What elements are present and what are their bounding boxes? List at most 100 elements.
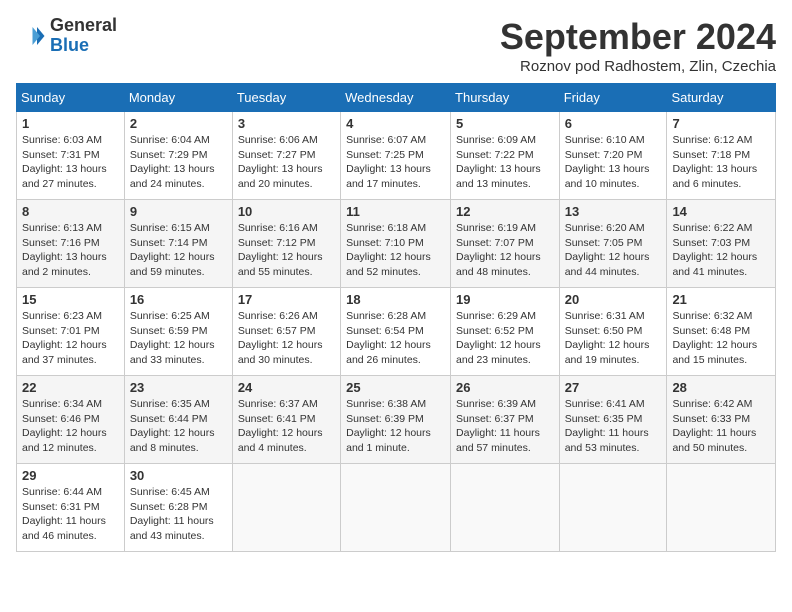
calendar-cell — [559, 464, 667, 552]
day-number: 26 — [456, 380, 554, 395]
month-year: September 2024 — [500, 16, 776, 58]
day-detail: Sunrise: 6:41 AM Sunset: 6:35 PM Dayligh… — [565, 397, 662, 456]
day-detail: Sunrise: 6:45 AM Sunset: 6:28 PM Dayligh… — [130, 485, 227, 544]
day-number: 28 — [672, 380, 770, 395]
day-detail: Sunrise: 6:10 AM Sunset: 7:20 PM Dayligh… — [565, 133, 662, 192]
day-detail: Sunrise: 6:35 AM Sunset: 6:44 PM Dayligh… — [130, 397, 227, 456]
day-number: 14 — [672, 204, 770, 219]
col-header-friday: Friday — [559, 84, 667, 112]
day-detail: Sunrise: 6:09 AM Sunset: 7:22 PM Dayligh… — [456, 133, 554, 192]
day-number: 10 — [238, 204, 335, 219]
day-detail: Sunrise: 6:32 AM Sunset: 6:48 PM Dayligh… — [672, 309, 770, 368]
calendar-cell: 25 Sunrise: 6:38 AM Sunset: 6:39 PM Dayli… — [341, 376, 451, 464]
calendar-cell: 24 Sunrise: 6:37 AM Sunset: 6:41 PM Dayli… — [232, 376, 340, 464]
calendar-cell: 18 Sunrise: 6:28 AM Sunset: 6:54 PM Dayli… — [341, 288, 451, 376]
calendar-cell — [667, 464, 776, 552]
calendar-cell: 10 Sunrise: 6:16 AM Sunset: 7:12 PM Dayli… — [232, 200, 340, 288]
calendar-cell: 20 Sunrise: 6:31 AM Sunset: 6:50 PM Dayli… — [559, 288, 667, 376]
day-number: 23 — [130, 380, 227, 395]
day-detail: Sunrise: 6:16 AM Sunset: 7:12 PM Dayligh… — [238, 221, 335, 280]
col-header-thursday: Thursday — [451, 84, 560, 112]
calendar-cell: 13 Sunrise: 6:20 AM Sunset: 7:05 PM Dayli… — [559, 200, 667, 288]
location: Roznov pod Radhostem, Zlin, Czechia — [500, 58, 776, 75]
day-number: 4 — [346, 116, 445, 131]
col-header-saturday: Saturday — [667, 84, 776, 112]
title-block: September 2024 Roznov pod Radhostem, Zli… — [500, 16, 776, 75]
calendar-cell: 1 Sunrise: 6:03 AM Sunset: 7:31 PM Daylig… — [17, 112, 125, 200]
day-number: 16 — [130, 292, 227, 307]
day-detail: Sunrise: 6:37 AM Sunset: 6:41 PM Dayligh… — [238, 397, 335, 456]
calendar-table: SundayMondayTuesdayWednesdayThursdayFrid… — [16, 83, 776, 552]
logo-general-text: General — [50, 16, 117, 36]
calendar-cell: 2Sunrise: 6:04 AM Sunset: 7:29 PM Daylig… — [124, 112, 232, 200]
calendar-cell: 6 Sunrise: 6:10 AM Sunset: 7:20 PM Daylig… — [559, 112, 667, 200]
calendar-cell — [341, 464, 451, 552]
day-detail: Sunrise: 6:31 AM Sunset: 6:50 PM Dayligh… — [565, 309, 662, 368]
col-header-wednesday: Wednesday — [341, 84, 451, 112]
day-detail: Sunrise: 6:39 AM Sunset: 6:37 PM Dayligh… — [456, 397, 554, 456]
calendar-cell: 11Sunrise: 6:18 AM Sunset: 7:10 PM Dayli… — [341, 200, 451, 288]
day-number: 21 — [672, 292, 770, 307]
day-detail: Sunrise: 6:23 AM Sunset: 7:01 PM Dayligh… — [22, 309, 119, 368]
calendar-cell: 28 Sunrise: 6:42 AM Sunset: 6:33 PM Dayli… — [667, 376, 776, 464]
logo-blue-text: Blue — [50, 36, 117, 56]
day-number: 30 — [130, 468, 227, 483]
day-detail: Sunrise: 6:06 AM Sunset: 7:27 PM Dayligh… — [238, 133, 335, 192]
calendar-cell: 23 Sunrise: 6:35 AM Sunset: 6:44 PM Dayli… — [124, 376, 232, 464]
calendar-cell: 14 Sunrise: 6:22 AM Sunset: 7:03 PM Dayli… — [667, 200, 776, 288]
day-number: 27 — [565, 380, 662, 395]
day-number: 12 — [456, 204, 554, 219]
day-detail: Sunrise: 6:12 AM Sunset: 7:18 PM Dayligh… — [672, 133, 770, 192]
calendar-cell: 8 Sunrise: 6:13 AM Sunset: 7:16 PM Daylig… — [17, 200, 125, 288]
day-number: 13 — [565, 204, 662, 219]
calendar-cell: 3Sunrise: 6:06 AM Sunset: 7:27 PM Daylig… — [232, 112, 340, 200]
day-detail: Sunrise: 6:15 AM Sunset: 7:14 PM Dayligh… — [130, 221, 227, 280]
day-number: 1 — [22, 116, 119, 131]
col-header-sunday: Sunday — [17, 84, 125, 112]
day-number: 2 — [130, 116, 227, 131]
day-detail: Sunrise: 6:29 AM Sunset: 6:52 PM Dayligh… — [456, 309, 554, 368]
day-detail: Sunrise: 6:28 AM Sunset: 6:54 PM Dayligh… — [346, 309, 445, 368]
day-detail: Sunrise: 6:42 AM Sunset: 6:33 PM Dayligh… — [672, 397, 770, 456]
day-detail: Sunrise: 6:38 AM Sunset: 6:39 PM Dayligh… — [346, 397, 445, 456]
day-number: 8 — [22, 204, 119, 219]
day-detail: Sunrise: 6:20 AM Sunset: 7:05 PM Dayligh… — [565, 221, 662, 280]
day-detail: Sunrise: 6:22 AM Sunset: 7:03 PM Dayligh… — [672, 221, 770, 280]
day-number: 25 — [346, 380, 445, 395]
calendar-cell: 4Sunrise: 6:07 AM Sunset: 7:25 PM Daylig… — [341, 112, 451, 200]
day-detail: Sunrise: 6:19 AM Sunset: 7:07 PM Dayligh… — [456, 221, 554, 280]
calendar-cell: 17 Sunrise: 6:26 AM Sunset: 6:57 PM Dayli… — [232, 288, 340, 376]
calendar-cell: 29 Sunrise: 6:44 AM Sunset: 6:31 PM Dayli… — [17, 464, 125, 552]
calendar-cell: 15 Sunrise: 6:23 AM Sunset: 7:01 PM Dayli… — [17, 288, 125, 376]
day-number: 18 — [346, 292, 445, 307]
logo-icon — [16, 21, 46, 51]
day-detail: Sunrise: 6:34 AM Sunset: 6:46 PM Dayligh… — [22, 397, 119, 456]
day-number: 24 — [238, 380, 335, 395]
day-detail: Sunrise: 6:18 AM Sunset: 7:10 PM Dayligh… — [346, 221, 445, 280]
day-detail: Sunrise: 6:44 AM Sunset: 6:31 PM Dayligh… — [22, 485, 119, 544]
calendar-cell — [232, 464, 340, 552]
calendar-cell: 22 Sunrise: 6:34 AM Sunset: 6:46 PM Dayli… — [17, 376, 125, 464]
day-number: 29 — [22, 468, 119, 483]
calendar-cell: 9Sunrise: 6:15 AM Sunset: 7:14 PM Daylig… — [124, 200, 232, 288]
day-detail: Sunrise: 6:25 AM Sunset: 6:59 PM Dayligh… — [130, 309, 227, 368]
day-detail: Sunrise: 6:03 AM Sunset: 7:31 PM Dayligh… — [22, 133, 119, 192]
day-number: 22 — [22, 380, 119, 395]
day-number: 6 — [565, 116, 662, 131]
calendar-cell: 12 Sunrise: 6:19 AM Sunset: 7:07 PM Dayli… — [451, 200, 560, 288]
calendar-cell: 21 Sunrise: 6:32 AM Sunset: 6:48 PM Dayli… — [667, 288, 776, 376]
calendar-cell: 30 Sunrise: 6:45 AM Sunset: 6:28 PM Dayli… — [124, 464, 232, 552]
col-header-tuesday: Tuesday — [232, 84, 340, 112]
calendar-cell: 27 Sunrise: 6:41 AM Sunset: 6:35 PM Dayli… — [559, 376, 667, 464]
day-detail: Sunrise: 6:13 AM Sunset: 7:16 PM Dayligh… — [22, 221, 119, 280]
calendar-cell — [451, 464, 560, 552]
logo: General Blue — [16, 16, 117, 56]
day-number: 20 — [565, 292, 662, 307]
day-number: 19 — [456, 292, 554, 307]
calendar-cell: 5Sunrise: 6:09 AM Sunset: 7:22 PM Daylig… — [451, 112, 560, 200]
day-detail: Sunrise: 6:26 AM Sunset: 6:57 PM Dayligh… — [238, 309, 335, 368]
day-number: 7 — [672, 116, 770, 131]
day-number: 17 — [238, 292, 335, 307]
day-number: 15 — [22, 292, 119, 307]
calendar-cell: 7 Sunrise: 6:12 AM Sunset: 7:18 PM Daylig… — [667, 112, 776, 200]
